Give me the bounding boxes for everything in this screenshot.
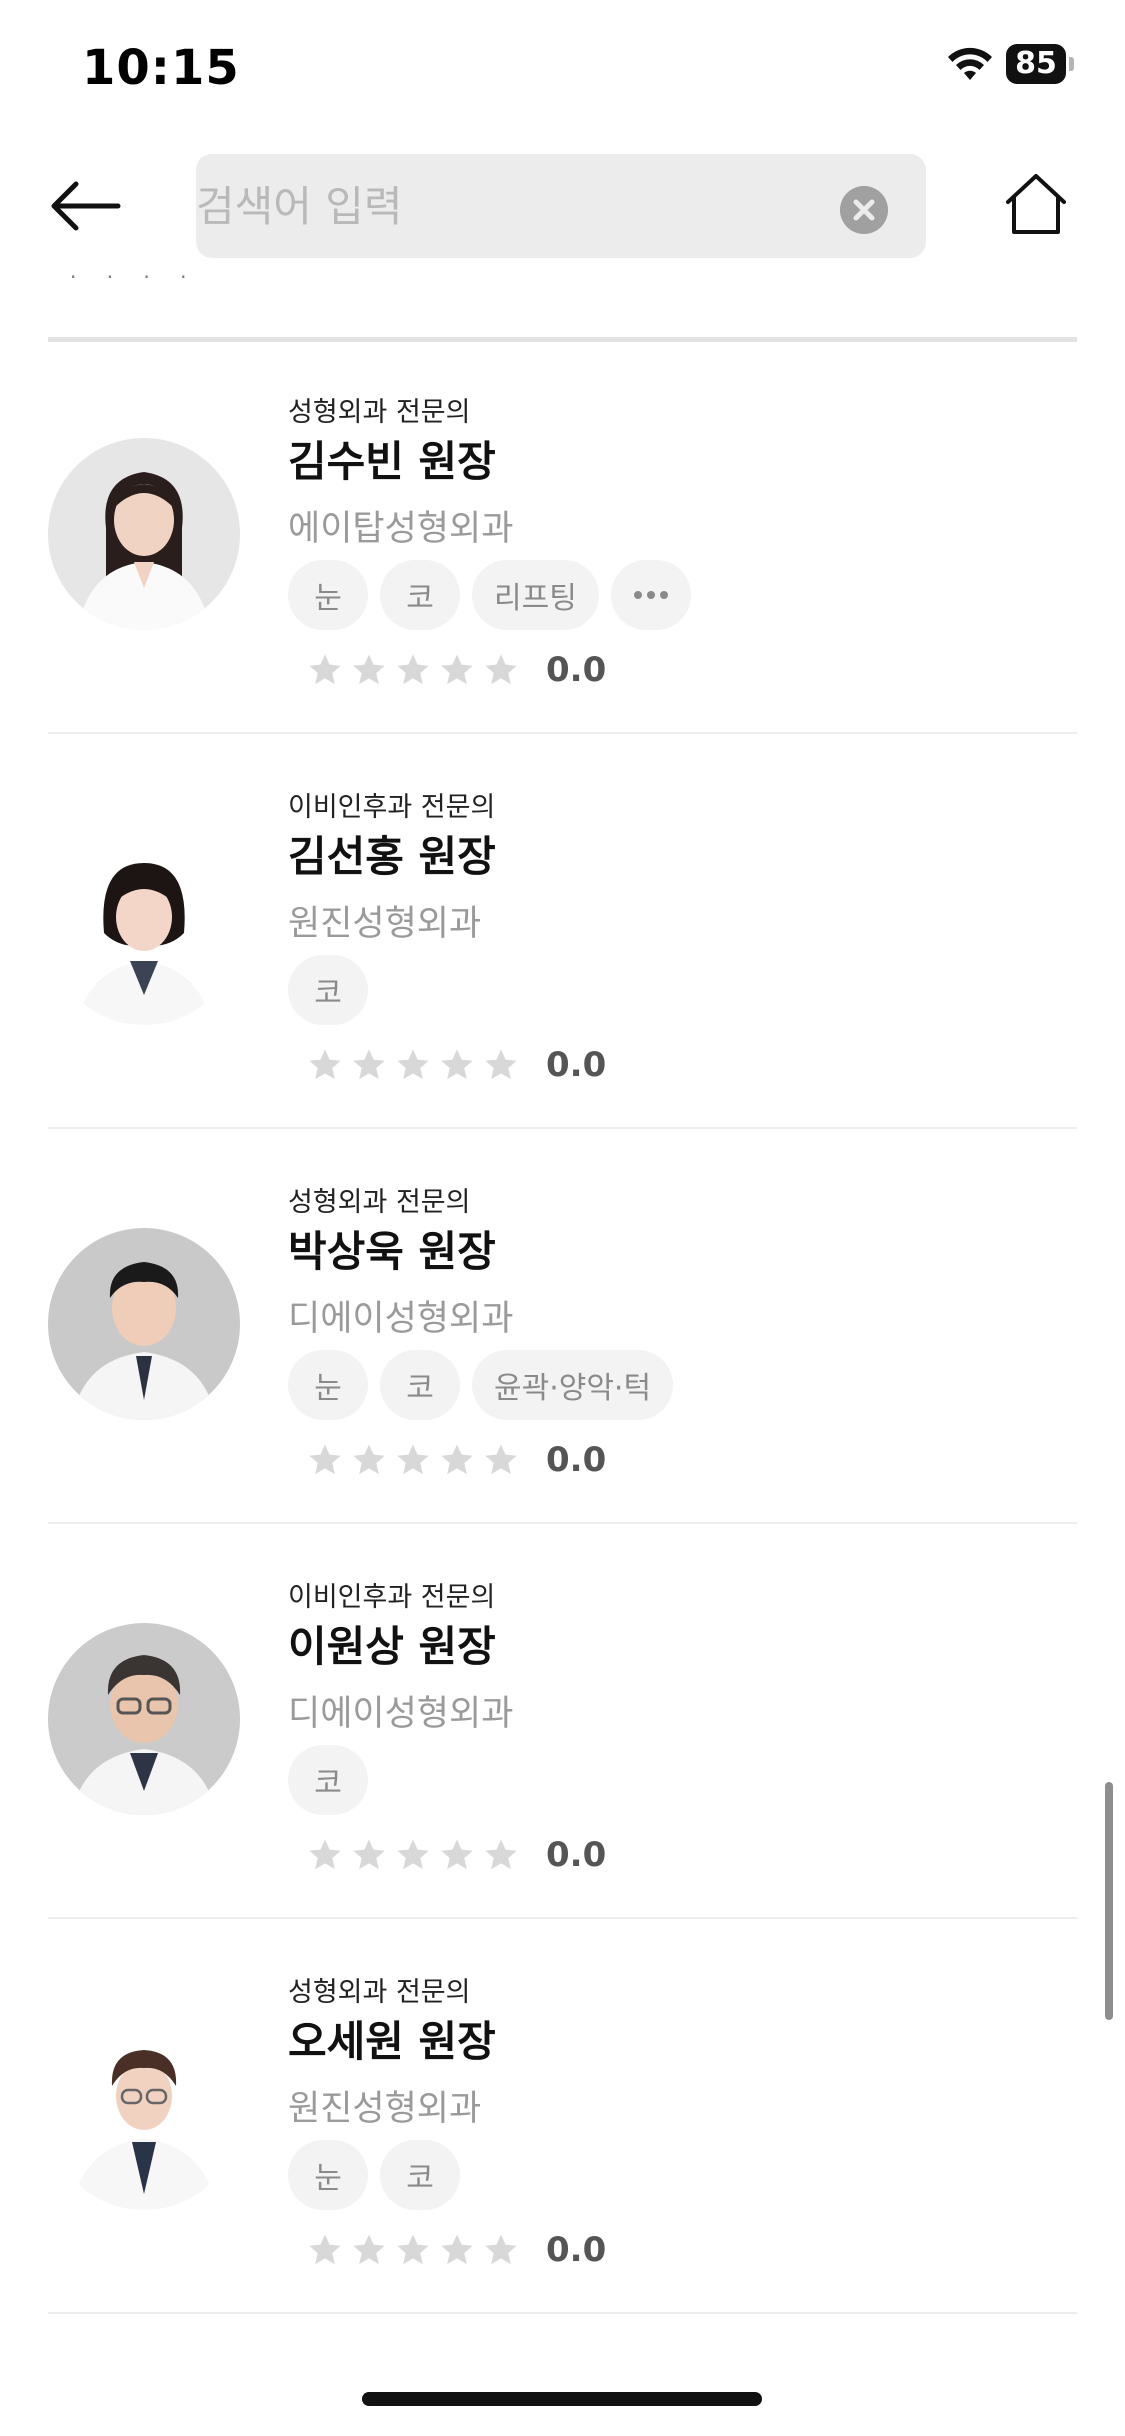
rating-score: 0.0	[546, 1835, 607, 1875]
doctor-card[interactable]: 이비인후과 전문의 이원상 원장디에이성형외과코 0.0	[0, 1527, 1125, 1919]
star-icon	[441, 1049, 473, 1080]
doctor-card[interactable]: 성형외과 전문의 박상욱 원장디에이성형외과눈 코 윤곽·양악·턱 0.0	[0, 1132, 1125, 1524]
doctor-hospital[interactable]: 디에이성형외과	[288, 1290, 513, 1341]
rating: 0.0	[306, 1833, 606, 1877]
rating: 0.0	[306, 648, 606, 692]
specialty-tags: 코	[288, 955, 368, 1025]
specialty-tag[interactable]: 윤곽·양악·턱	[472, 1350, 674, 1420]
battery-tip	[1069, 57, 1074, 71]
star-icon	[397, 654, 429, 685]
specialty-tag[interactable]: 코	[288, 1745, 368, 1815]
doctor-avatar[interactable]	[48, 438, 240, 630]
doctor-card[interactable]: 성형외과 전문의 오세원 원장원진성형외과눈 코 0.0	[0, 1922, 1125, 2314]
status-bar: 10:15 85	[0, 0, 1125, 140]
star-icon	[353, 1444, 385, 1475]
doctor-avatar[interactable]	[48, 1623, 240, 1815]
doctor-name[interactable]: 김수빈 원장	[288, 428, 496, 489]
star-icon	[309, 654, 341, 685]
star-icon	[397, 1049, 429, 1080]
star-icon	[309, 1049, 341, 1080]
scrolled-content-remnant: · · · ·	[70, 265, 199, 289]
row-divider	[48, 1127, 1077, 1129]
doctor-hospital[interactable]: 원진성형외과	[288, 895, 481, 946]
star-icon	[485, 1839, 517, 1870]
star-icon	[441, 2234, 473, 2265]
rating-score: 0.0	[546, 650, 607, 690]
star-icon	[441, 654, 473, 685]
star-icon	[353, 654, 385, 685]
doctor-card[interactable]: 이비인후과 전문의 김선홍 원장원진성형외과코 0.0	[0, 737, 1125, 1129]
row-divider	[48, 732, 1077, 734]
arrow-left-icon[interactable]	[46, 170, 126, 242]
star-icon	[485, 2234, 517, 2265]
more-dots-icon	[633, 591, 668, 599]
specialty-tag[interactable]: 코	[380, 2140, 460, 2210]
doctor-name[interactable]: 박상욱 원장	[288, 1218, 496, 1279]
star-icon	[309, 1839, 341, 1870]
star-icon	[397, 1839, 429, 1870]
battery-indicator: 85	[1006, 44, 1076, 86]
specialty-tags: 코	[288, 1745, 368, 1815]
rating-score: 0.0	[546, 2230, 607, 2270]
doctor-avatar[interactable]	[48, 833, 240, 1025]
more-tags-button[interactable]	[610, 560, 691, 630]
battery-level: 85	[1006, 44, 1066, 84]
doctor-name[interactable]: 이원상 원장	[288, 1613, 496, 1674]
star-icon	[309, 1444, 341, 1475]
star-icon	[353, 1049, 385, 1080]
star-icon	[485, 1444, 517, 1475]
star-icon	[441, 1839, 473, 1870]
doctor-specialty: 이비인후과 전문의	[288, 1582, 496, 1613]
specialty-tags: 눈코	[288, 2140, 460, 2210]
scrollbar[interactable]	[1105, 1782, 1113, 2020]
star-icon	[309, 2234, 341, 2265]
doctor-avatar[interactable]	[48, 1228, 240, 1420]
star-icon	[353, 2234, 385, 2265]
doctor-specialty: 이비인후과 전문의	[288, 792, 496, 823]
home-icon[interactable]	[1000, 168, 1072, 240]
star-icon	[397, 1444, 429, 1475]
specialty-tag[interactable]: 눈	[288, 1350, 368, 1420]
rating: 0.0	[306, 2228, 606, 2272]
rating-score: 0.0	[546, 1440, 607, 1480]
row-divider	[48, 1522, 1077, 1524]
star-icon	[353, 1839, 385, 1870]
doctor-hospital[interactable]: 원진성형외과	[288, 2080, 481, 2131]
specialty-tag[interactable]: 코	[380, 560, 460, 630]
doctor-avatar[interactable]	[48, 2018, 240, 2210]
home-indicator[interactable]	[362, 2392, 762, 2406]
specialty-tag[interactable]: 눈	[288, 2140, 368, 2210]
star-icon	[397, 2234, 429, 2265]
specialty-tag[interactable]: 눈	[288, 560, 368, 630]
doctor-hospital[interactable]: 디에이성형외과	[288, 1685, 513, 1736]
doctor-specialty: 성형외과 전문의	[288, 397, 471, 428]
doctor-specialty: 성형외과 전문의	[288, 1977, 471, 2008]
specialty-tag[interactable]: 코	[288, 955, 368, 1025]
wifi-icon	[948, 47, 992, 80]
specialty-tag[interactable]: 리프팅	[472, 560, 599, 630]
header	[0, 150, 1125, 270]
row-divider	[48, 2312, 1077, 2314]
specialty-tags: 눈 코 윤곽·양악·턱	[288, 1350, 674, 1420]
clear-circle-icon[interactable]	[840, 186, 888, 234]
rating: 0.0	[306, 1043, 606, 1087]
specialty-tags: 눈 코 리프팅	[288, 560, 691, 630]
rating: 0.0	[306, 1438, 606, 1482]
search-input[interactable]	[196, 154, 816, 258]
search-box[interactable]	[196, 154, 926, 258]
star-icon	[485, 654, 517, 685]
star-icon	[441, 1444, 473, 1475]
doctor-specialty: 성형외과 전문의	[288, 1187, 471, 1218]
doctor-name[interactable]: 오세원 원장	[288, 2008, 496, 2069]
doctor-card[interactable]: 성형외과 전문의 김수빈 원장에이탑성형외과눈 코 리프팅 0.0	[0, 342, 1125, 734]
doctor-hospital[interactable]: 에이탑성형외과	[288, 500, 513, 551]
rating-score: 0.0	[546, 1045, 607, 1085]
specialty-tag[interactable]: 코	[380, 1350, 460, 1420]
status-time: 10:15	[82, 40, 240, 96]
doctor-name[interactable]: 김선홍 원장	[288, 823, 496, 884]
row-divider	[48, 1917, 1077, 1919]
star-icon	[485, 1049, 517, 1080]
